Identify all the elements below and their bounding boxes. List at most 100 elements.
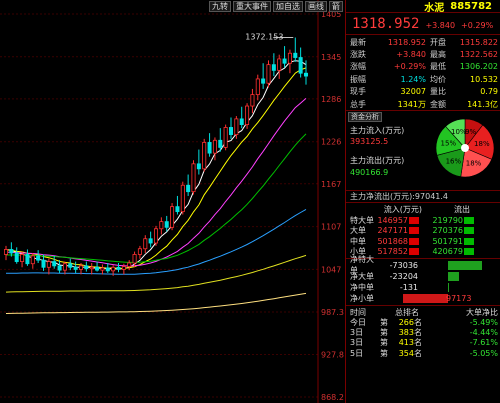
arrow-button[interactable]: 箭 — [329, 1, 343, 12]
candle — [164, 215, 169, 232]
main-inflow-label: 主力流入(万元) — [350, 126, 405, 136]
stat-key: 最低 — [430, 62, 446, 72]
ma250-line — [5, 292, 307, 314]
net-bar-value: 97173 — [446, 293, 472, 303]
stock-name: 水泥 — [424, 2, 445, 14]
flow-in-value: 517852 — [377, 247, 408, 257]
major-events-button[interactable]: 重大事件 — [233, 1, 271, 12]
rank-ratio: -7.61% — [469, 338, 498, 348]
stat-value: 1322.562 — [459, 50, 498, 60]
last-price: 1318.952 — [352, 16, 420, 32]
net-inflow-bar — [403, 293, 448, 303]
candle — [14, 247, 19, 264]
pie-slice-label: 15% — [441, 140, 457, 148]
stat-value: 1315.822 — [459, 37, 498, 47]
jiuzhuan-button[interactable]: 九转 — [209, 1, 231, 12]
stat-value: 0.79 — [480, 87, 498, 97]
candle — [100, 264, 105, 275]
flow-in-bar — [409, 237, 419, 245]
fund-pie-chart: 9%18%18%16%15%10% — [435, 119, 495, 178]
y-tick-label: 1107 — [321, 223, 341, 232]
rank-ratio: -4.44% — [469, 328, 498, 338]
candle — [84, 261, 89, 272]
candle — [89, 263, 94, 275]
flow-label: 大单 — [350, 226, 366, 236]
candle — [137, 245, 142, 259]
stat-value: +0.29% — [393, 62, 426, 72]
flow-out-value: 219790 — [432, 215, 463, 225]
flow-in-bar — [409, 216, 419, 224]
kline-svg[interactable]: 1405134512861226116711071047987.3927.886… — [0, 0, 345, 403]
candle — [245, 103, 250, 129]
stat-key: 振幅 — [350, 74, 366, 84]
candle — [250, 88, 255, 114]
net-outflow-bar — [448, 282, 449, 292]
flow-out-value: 501791 — [432, 236, 463, 246]
price-change-pct: +0.29% — [461, 21, 494, 30]
candle — [3, 245, 9, 261]
candle — [261, 63, 266, 89]
y-tick-label: 1226 — [321, 138, 341, 147]
stat-value: 1341万 — [397, 99, 426, 109]
main-inflow-value: 393125.5 — [350, 137, 389, 147]
chart-toolbar: 九转 重大事件 加自选 画线 箭 — [209, 1, 343, 12]
fund-analysis-tab[interactable]: 资金分析 — [348, 112, 382, 123]
candle — [73, 261, 78, 273]
stat-value: +3.840 — [396, 50, 426, 60]
stock-code: 885782 — [450, 0, 492, 12]
net-bar-row: 净小单 97173 — [350, 293, 498, 304]
stat-key: 涨幅 — [350, 62, 366, 72]
pie-center — [461, 144, 469, 153]
rank-prefix: 第 — [380, 348, 388, 358]
rank-table: 时间 总排名 大单净比 今日第 266 名 -5.49% 3日第 383 名 -4.44% 3日第 41… — [346, 306, 500, 358]
stat-value: 1.24% — [400, 74, 426, 84]
y-tick-label: 1345 — [321, 53, 341, 62]
candle — [143, 235, 148, 254]
rank-number: 413 — [398, 338, 414, 348]
net-bar-label: 净中单 — [350, 282, 374, 292]
pie-slice-label: 16% — [446, 158, 462, 166]
stat-row: 最新 1318.952 开盘 1315.822 — [350, 36, 498, 48]
stats-grid: 最新 1318.952 开盘 1315.822 涨跌 +3.840 最高 1322.562 涨幅… — [346, 35, 500, 112]
y-tick-label: 1167 — [321, 180, 341, 189]
add-watchlist-button[interactable]: 加自选 — [273, 1, 303, 12]
stat-row: 总手 1341万 金额 141.3亿 — [350, 98, 498, 110]
table-row: 特大单 146957 219790 — [350, 215, 498, 226]
net-bars: 净特大单 -73036 净大单 -23204 净中单 -131 净小单 97173 — [346, 255, 500, 306]
table-row: 3日第 413 名 -7.61% — [350, 338, 498, 348]
candle — [127, 260, 132, 271]
main-outflow-value: 490166.9 — [350, 168, 389, 178]
draw-line-button[interactable]: 画线 — [305, 1, 327, 12]
max-price-label: 1372.153 — [245, 33, 283, 42]
stat-value: 32007 — [400, 87, 426, 97]
candle — [62, 261, 67, 275]
candle — [207, 133, 212, 157]
flow-in-bar — [409, 227, 419, 235]
net-bar-value: -73036 — [389, 260, 418, 270]
rank-header: 时间 总排名 大单净比 — [350, 307, 498, 317]
candle — [36, 250, 41, 264]
kline-chart[interactable]: 1405 1345 1286 1226 1167 1107 1047 987.3 927.8 86… — [0, 0, 345, 403]
rank-number: 354 — [398, 348, 414, 358]
rank-col-ratio: 大单净比 — [466, 307, 498, 317]
rank-number: 266 — [398, 317, 414, 327]
candle — [186, 174, 191, 196]
net-bar-row: 净中单 -131 — [350, 282, 498, 293]
candle — [191, 160, 196, 195]
stat-value: 1306.202 — [459, 62, 498, 72]
flow-in-bar — [409, 248, 419, 256]
flow-out-bar — [464, 237, 474, 245]
candle — [239, 106, 244, 129]
price-change: +3.840 — [425, 21, 456, 30]
stat-key: 最高 — [430, 50, 446, 60]
candle — [105, 263, 110, 273]
flow-in-value: 247171 — [377, 226, 408, 236]
quote-panel: 水泥 885782 1318.952 +3.840 +0.29% 最新 1318.… — [345, 0, 500, 403]
candle — [223, 124, 228, 151]
stat-key: 均价 — [430, 74, 446, 84]
candle — [153, 225, 159, 246]
net-bar-label: 净大单 — [350, 271, 374, 281]
candle — [180, 181, 185, 215]
fund-analysis: 资金分析 主力流入(万元) 393125.5 主力流出(万元) 490166.9… — [346, 111, 500, 192]
candle — [196, 149, 201, 175]
